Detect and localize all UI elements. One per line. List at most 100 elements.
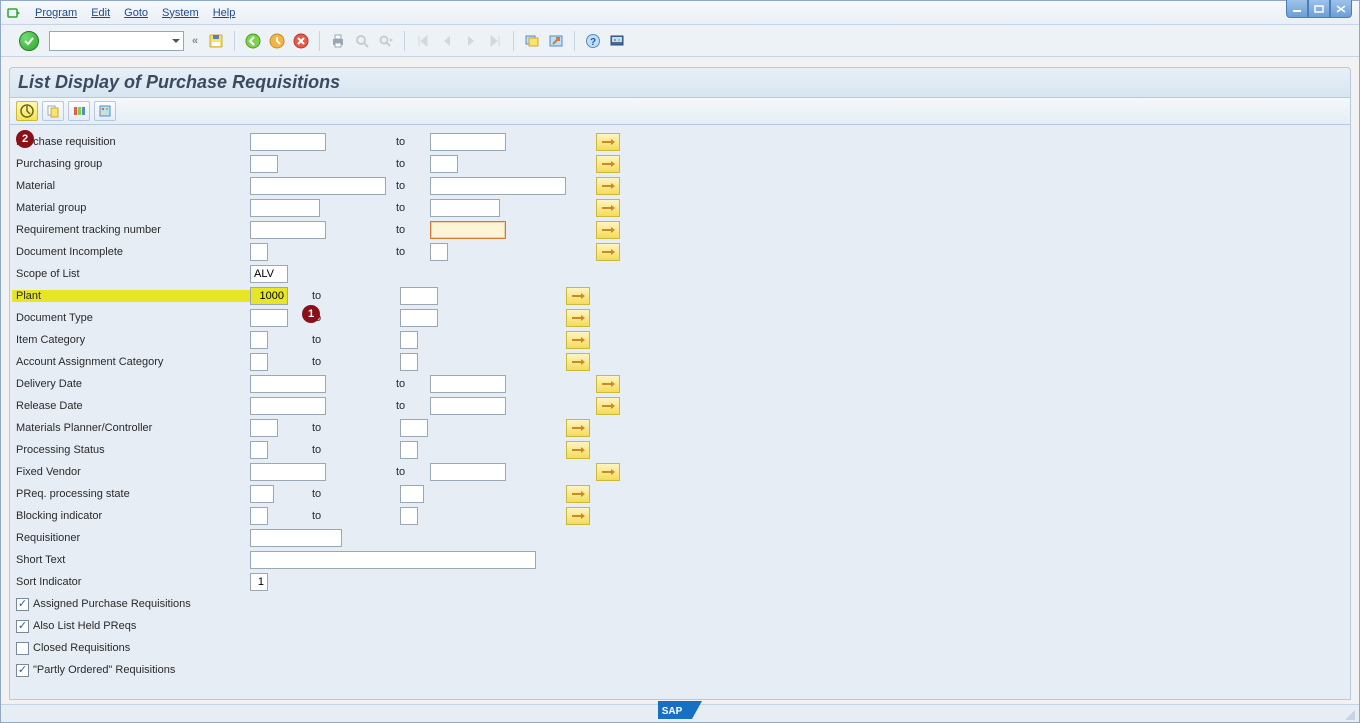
resize-handle-icon[interactable] bbox=[1345, 710, 1355, 720]
multiselect-item-category[interactable] bbox=[566, 331, 590, 349]
input-purchase-requisition-to[interactable] bbox=[430, 133, 506, 151]
input-plant-to[interactable] bbox=[400, 287, 438, 305]
svg-text:SAP: SAP bbox=[662, 706, 683, 717]
get-variant-button[interactable] bbox=[42, 101, 64, 121]
multiselect-req-track-no[interactable] bbox=[596, 221, 620, 239]
print-icon[interactable] bbox=[328, 31, 348, 51]
multiselect-purchasing-group[interactable] bbox=[596, 155, 620, 173]
menu-system[interactable]: System bbox=[162, 7, 199, 19]
execute-button[interactable] bbox=[16, 101, 38, 121]
input-short-text[interactable] bbox=[250, 551, 536, 569]
input-sort-indicator[interactable] bbox=[250, 573, 268, 591]
checkbox-assigned-pr[interactable] bbox=[16, 598, 29, 611]
label-partly-ordered: "Partly Ordered" Requisitions bbox=[33, 664, 175, 676]
multiselect-delivery-date[interactable] bbox=[596, 375, 620, 393]
selection-options-button[interactable] bbox=[68, 101, 90, 121]
close-button[interactable] bbox=[1330, 0, 1352, 18]
input-item-category-from[interactable] bbox=[250, 331, 268, 349]
input-doc-incomplete-to[interactable] bbox=[430, 243, 448, 261]
checkbox-also-list-held[interactable] bbox=[16, 620, 29, 633]
next-page-icon bbox=[461, 31, 481, 51]
command-field-icon[interactable] bbox=[7, 6, 21, 20]
input-acct-assign-cat-from[interactable] bbox=[250, 353, 268, 371]
input-purchasing-group-to[interactable] bbox=[430, 155, 458, 173]
multiselect-purchase-requisition[interactable] bbox=[596, 133, 620, 151]
input-req-track-no-from[interactable] bbox=[250, 221, 326, 239]
input-material-from[interactable] bbox=[250, 177, 386, 195]
input-doc-incomplete-from[interactable] bbox=[250, 243, 268, 261]
command-field[interactable] bbox=[49, 31, 184, 51]
input-processing-status-to[interactable] bbox=[400, 441, 418, 459]
input-item-category-to[interactable] bbox=[400, 331, 418, 349]
enter-icon[interactable] bbox=[19, 31, 39, 51]
local-layout-icon[interactable] bbox=[607, 31, 627, 51]
multiselect-plant[interactable] bbox=[566, 287, 590, 305]
multiselect-material-group[interactable] bbox=[596, 199, 620, 217]
checkbox-partly-ordered[interactable] bbox=[16, 664, 29, 677]
input-delivery-date-to[interactable] bbox=[430, 375, 506, 393]
multiselect-mrp-controller[interactable] bbox=[566, 419, 590, 437]
input-processing-status-from[interactable] bbox=[250, 441, 268, 459]
help-icon[interactable]: ? bbox=[583, 31, 603, 51]
back-icon[interactable] bbox=[243, 31, 263, 51]
menu-goto[interactable]: Goto bbox=[124, 7, 148, 19]
maximize-button[interactable] bbox=[1308, 0, 1330, 18]
chevrons-left-icon[interactable]: « bbox=[188, 35, 202, 47]
row-document-type: Document Type to bbox=[12, 307, 1348, 329]
prev-page-icon bbox=[437, 31, 457, 51]
create-shortcut-icon[interactable] bbox=[546, 31, 566, 51]
input-purchasing-group-from[interactable] bbox=[250, 155, 278, 173]
dynamic-selections-button[interactable] bbox=[94, 101, 116, 121]
menu-bar: Program Edit Goto System Help bbox=[1, 1, 1359, 25]
input-release-date-to[interactable] bbox=[430, 397, 506, 415]
row-partly-ordered: "Partly Ordered" Requisitions bbox=[12, 659, 1348, 681]
app-toolbar bbox=[9, 98, 1351, 125]
input-blocking-indicator-to[interactable] bbox=[400, 507, 418, 525]
input-material-group-from[interactable] bbox=[250, 199, 320, 217]
input-scope-of-list[interactable] bbox=[250, 265, 288, 283]
multiselect-blocking-indicator[interactable] bbox=[566, 507, 590, 525]
menu-edit[interactable]: Edit bbox=[91, 7, 110, 19]
multiselect-acct-assign-cat[interactable] bbox=[566, 353, 590, 371]
input-mrp-controller-to[interactable] bbox=[400, 419, 428, 437]
multiselect-doc-incomplete[interactable] bbox=[596, 243, 620, 261]
input-document-type-to[interactable] bbox=[400, 309, 438, 327]
label-delivery-date: Delivery Date bbox=[12, 378, 250, 390]
label-preq-processing-state: PReq. processing state bbox=[12, 488, 250, 500]
multiselect-preq-proc-state[interactable] bbox=[566, 485, 590, 503]
input-fixed-vendor-from[interactable] bbox=[250, 463, 326, 481]
input-requisitioner[interactable] bbox=[250, 529, 342, 547]
save-icon[interactable] bbox=[206, 31, 226, 51]
exit-icon[interactable] bbox=[267, 31, 287, 51]
input-material-group-to[interactable] bbox=[430, 199, 500, 217]
find-icon bbox=[352, 31, 372, 51]
minimize-button[interactable] bbox=[1286, 0, 1308, 18]
input-preq-proc-state-to[interactable] bbox=[400, 485, 424, 503]
input-material-to[interactable] bbox=[430, 177, 566, 195]
input-release-date-from[interactable] bbox=[250, 397, 326, 415]
input-document-type-from[interactable] bbox=[250, 309, 288, 327]
window-controls bbox=[1286, 0, 1352, 18]
multiselect-fixed-vendor[interactable] bbox=[596, 463, 620, 481]
input-req-track-no-to[interactable] bbox=[430, 221, 506, 239]
input-delivery-date-from[interactable] bbox=[250, 375, 326, 393]
input-preq-proc-state-from[interactable] bbox=[250, 485, 274, 503]
label-assigned-pr: Assigned Purchase Requisitions bbox=[33, 598, 191, 610]
last-page-icon bbox=[485, 31, 505, 51]
input-purchase-requisition-from[interactable] bbox=[250, 133, 326, 151]
label-doc-incomplete: Document Incomplete bbox=[12, 246, 250, 258]
input-plant-from[interactable] bbox=[250, 287, 288, 305]
input-acct-assign-cat-to[interactable] bbox=[400, 353, 418, 371]
multiselect-processing-status[interactable] bbox=[566, 441, 590, 459]
checkbox-closed-req[interactable] bbox=[16, 642, 29, 655]
input-fixed-vendor-to[interactable] bbox=[430, 463, 506, 481]
multiselect-material[interactable] bbox=[596, 177, 620, 195]
multiselect-release-date[interactable] bbox=[596, 397, 620, 415]
new-session-icon[interactable] bbox=[522, 31, 542, 51]
input-blocking-indicator-from[interactable] bbox=[250, 507, 268, 525]
cancel-icon[interactable] bbox=[291, 31, 311, 51]
menu-program[interactable]: Program bbox=[35, 7, 77, 19]
menu-help[interactable]: Help bbox=[213, 7, 236, 19]
input-mrp-controller-from[interactable] bbox=[250, 419, 278, 437]
multiselect-document-type[interactable] bbox=[566, 309, 590, 327]
